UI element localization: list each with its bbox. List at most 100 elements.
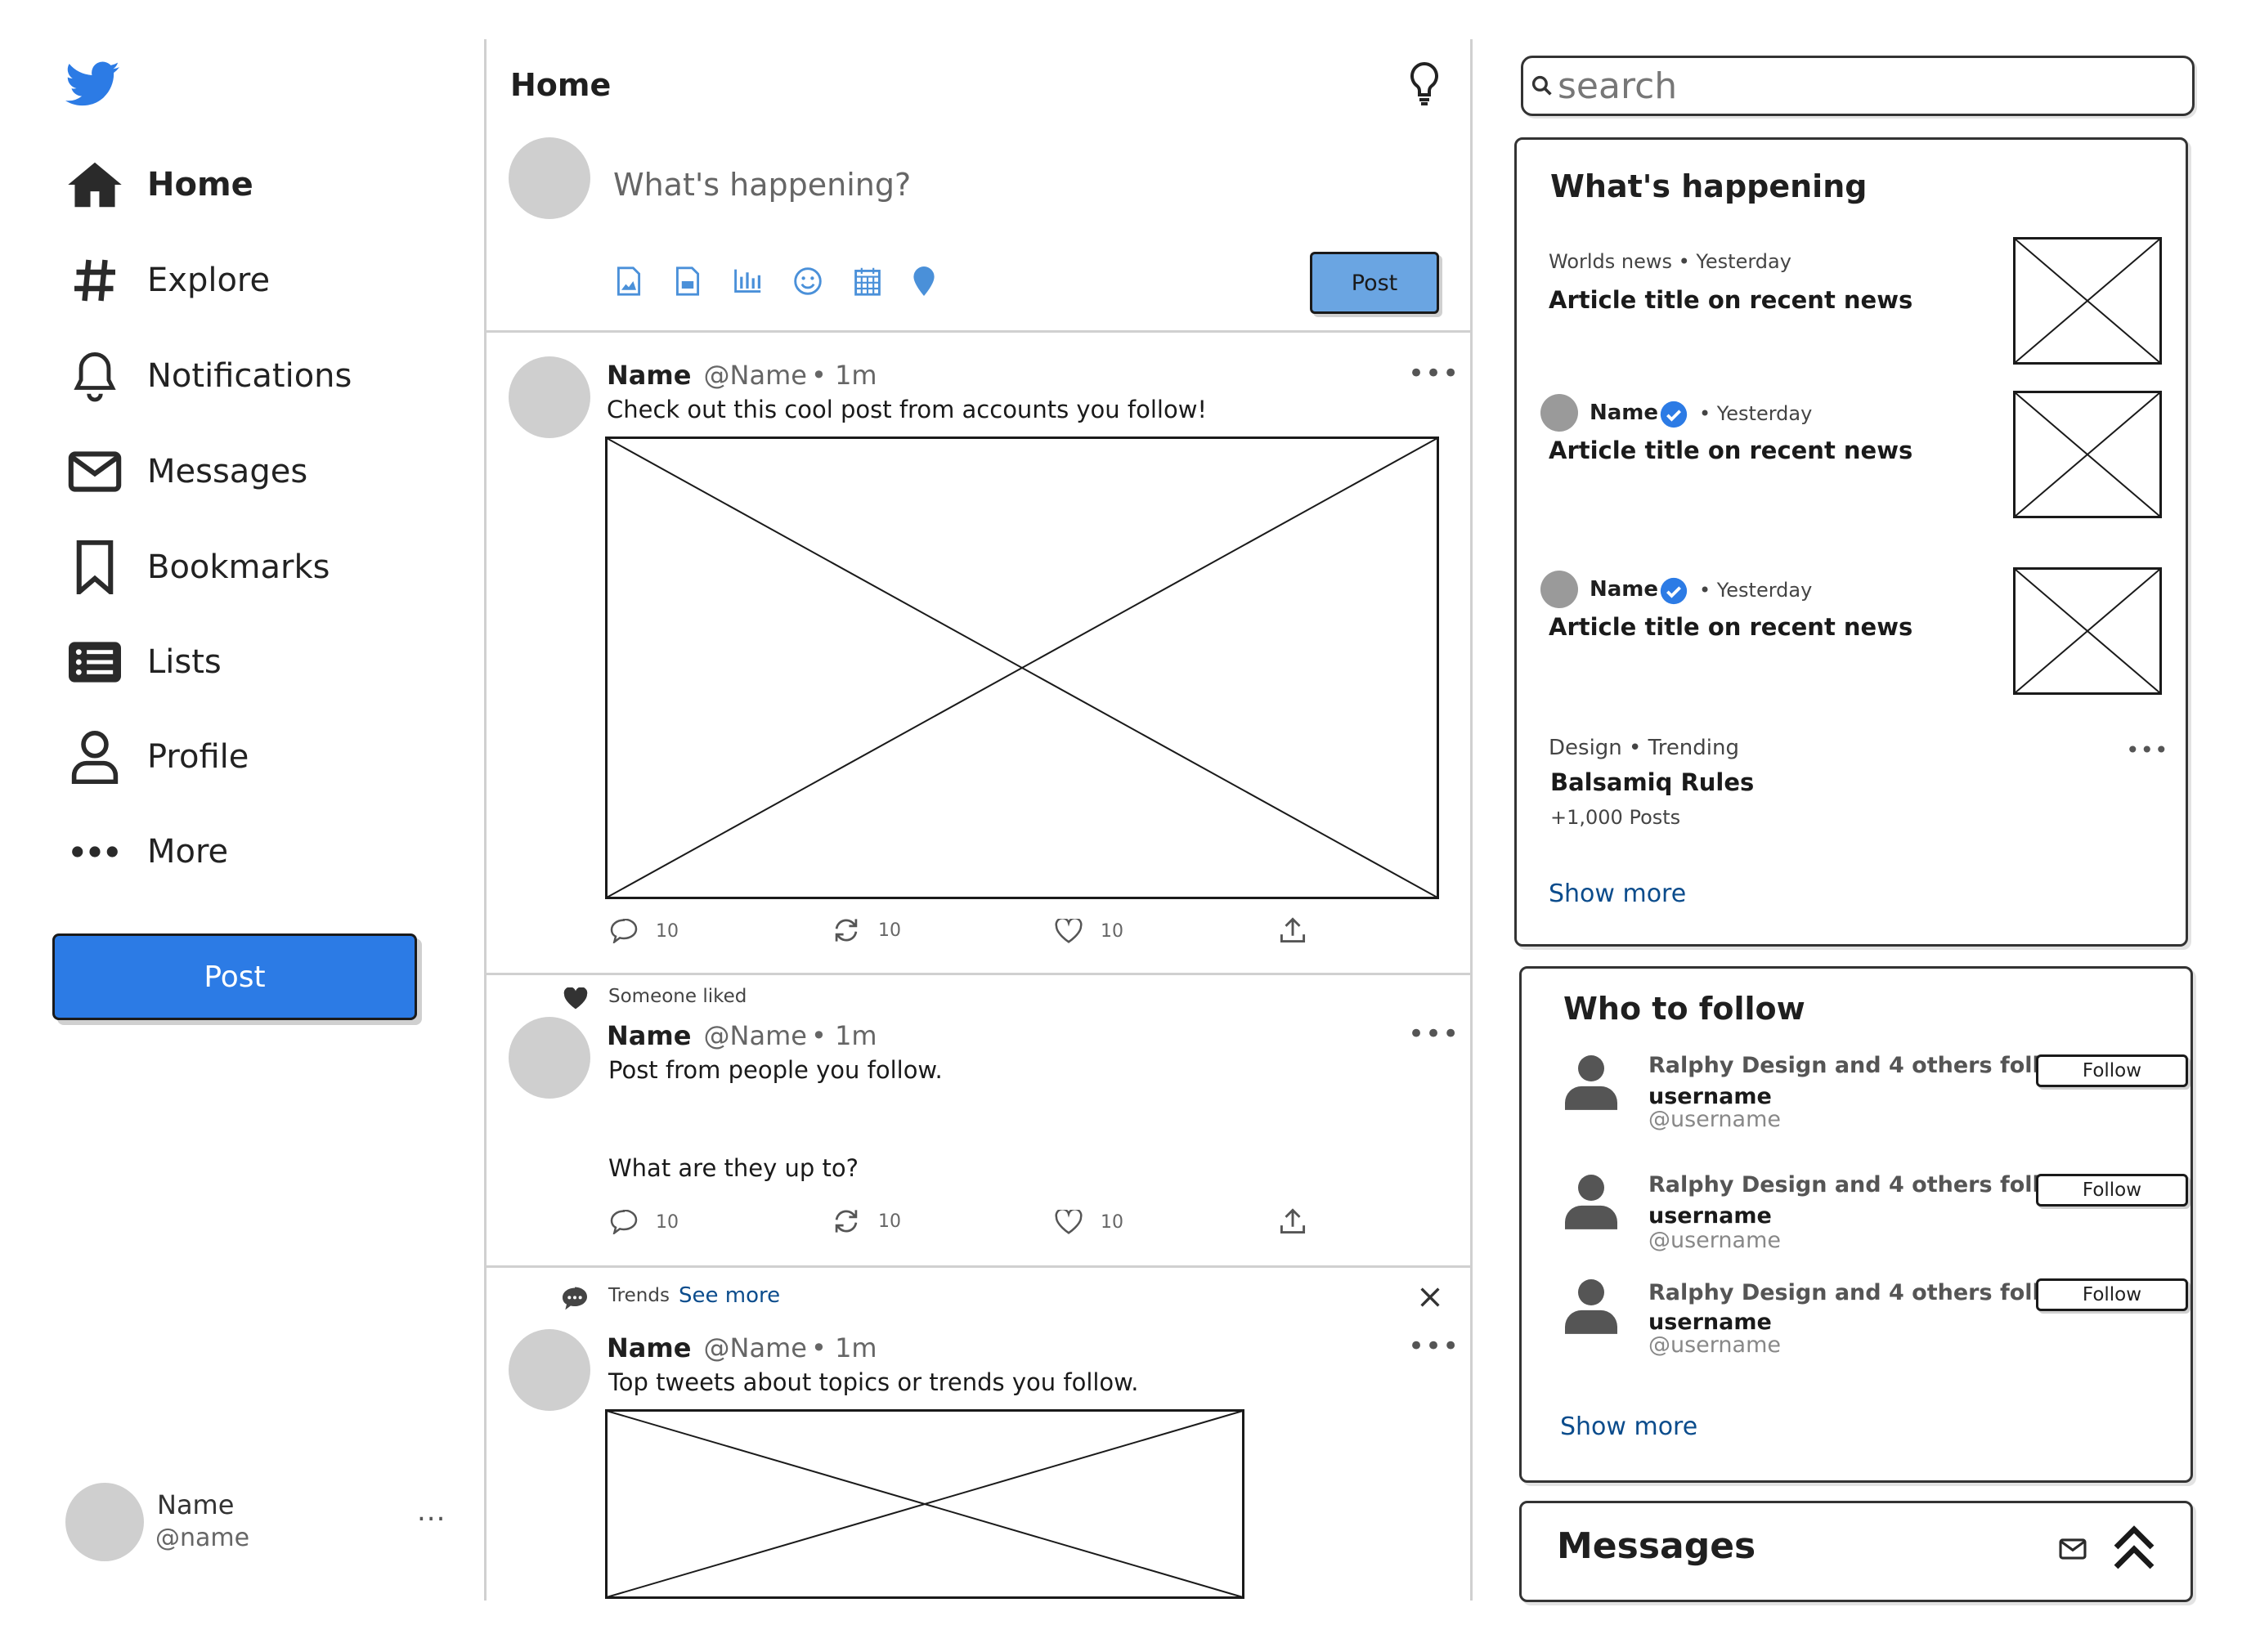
account-avatar[interactable] [65, 1483, 144, 1561]
compose-post-button[interactable]: Post [1310, 252, 1439, 314]
who-to-follow-title: Who to follow [1563, 991, 1805, 1027]
sidebar-item-home[interactable]: Home [65, 152, 253, 217]
reply-action[interactable]: 10 [610, 1210, 679, 1234]
heart-icon [563, 987, 589, 1010]
lightbulb-icon[interactable] [1408, 60, 1441, 106]
follow-handle[interactable]: @username [1648, 1332, 1781, 1358]
news-thumbnail[interactable] [2013, 237, 2162, 365]
sidebar-item-messages[interactable]: Messages [65, 439, 307, 504]
account-handle: @name [155, 1524, 250, 1552]
account-more-icon[interactable]: ... [417, 1498, 446, 1525]
reply-action[interactable]: 10 [610, 919, 679, 943]
like-action[interactable]: 10 [1055, 1210, 1123, 1234]
comment-icon [610, 919, 638, 943]
post-more-icon[interactable]: ••• [1408, 1332, 1460, 1360]
repost-action[interactable]: 10 [832, 917, 901, 943]
whats-happening-show-more[interactable]: Show more [1549, 880, 1686, 908]
follow-handle[interactable]: @username [1648, 1228, 1781, 1253]
new-message-icon[interactable] [2059, 1538, 2087, 1560]
account-name: Name [157, 1489, 235, 1520]
post-author-handle[interactable]: @Name [704, 1020, 807, 1051]
gif-icon[interactable] [674, 266, 702, 296]
bookmark-icon [65, 538, 124, 597]
twitter-logo-icon[interactable] [65, 60, 119, 108]
trend-meta: Design • Trending [1549, 736, 1739, 760]
follow-username[interactable]: username [1648, 1203, 1772, 1229]
post-divider [486, 973, 1470, 975]
right-divider [1470, 39, 1473, 1601]
sidebar-item-label: Profile [147, 738, 249, 776]
compose-divider [486, 330, 1470, 333]
post-author-handle[interactable]: @Name [704, 1332, 807, 1363]
post-more-icon[interactable]: ••• [1408, 1020, 1460, 1048]
follow-button[interactable]: Follow [2036, 1054, 2188, 1087]
post-author-handle[interactable]: @Name [704, 360, 807, 391]
more-dots-icon [65, 822, 124, 881]
post-context-label: Trends [608, 1285, 670, 1306]
follow-username[interactable]: username [1648, 1084, 1772, 1109]
follow-button[interactable]: Follow [2036, 1174, 2188, 1207]
post-avatar[interactable] [509, 1017, 590, 1099]
who-to-follow-panel [1519, 966, 2193, 1483]
location-pin-icon[interactable] [913, 266, 935, 296]
calendar-icon[interactable] [854, 266, 881, 296]
news-title[interactable]: Article title on recent news [1549, 613, 1912, 641]
compose-input[interactable]: What's happening? [613, 167, 911, 203]
user-icon [65, 728, 124, 786]
search-box[interactable]: search [1521, 56, 2195, 116]
news-meta: Worlds news • Yesterday [1549, 250, 1791, 273]
trend-title[interactable]: Balsamiq Rules [1550, 768, 1754, 796]
news-author-name: Name [1590, 577, 1659, 602]
image-icon[interactable] [615, 266, 643, 296]
post-image-placeholder[interactable] [605, 1409, 1244, 1599]
post-text: Check out this cool post from accounts y… [607, 396, 1208, 423]
post-avatar[interactable] [509, 356, 590, 438]
post-more-icon[interactable]: ••• [1408, 360, 1460, 387]
repost-action[interactable]: 10 [832, 1208, 901, 1234]
share-icon[interactable] [1279, 1207, 1307, 1236]
news-thumbnail[interactable] [2013, 567, 2162, 695]
news-avatar [1540, 571, 1578, 608]
who-to-follow-show-more[interactable]: Show more [1560, 1412, 1697, 1441]
post-author-name[interactable]: Name [607, 360, 691, 391]
left-divider [484, 39, 487, 1601]
repost-icon [835, 1210, 858, 1233]
bell-icon [65, 347, 124, 405]
expand-chevron-icon[interactable] [2113, 1524, 2155, 1571]
post-image-placeholder[interactable] [605, 437, 1439, 899]
follow-button[interactable]: Follow [2036, 1278, 2188, 1311]
sidebar-item-more[interactable]: More [65, 819, 228, 884]
post-author-name[interactable]: Name [607, 1332, 691, 1363]
post-text: Post from people you follow. [608, 1056, 943, 1084]
search-input[interactable]: search [1558, 65, 1677, 107]
repost-icon [835, 919, 858, 942]
share-icon[interactable] [1279, 916, 1307, 945]
poll-icon[interactable] [733, 267, 762, 295]
follow-username[interactable]: username [1648, 1310, 1772, 1335]
emoji-icon[interactable] [793, 266, 823, 296]
sidebar-item-bookmarks[interactable]: Bookmarks [65, 535, 330, 600]
news-title[interactable]: Article title on recent news [1549, 286, 1912, 314]
comment-icon [610, 1210, 638, 1234]
heart-icon [1055, 919, 1083, 943]
post-button[interactable]: Post [52, 933, 417, 1020]
verified-icon [1660, 577, 1688, 605]
post-avatar[interactable] [509, 1329, 590, 1411]
sidebar-item-explore[interactable]: Explore [65, 248, 270, 313]
sidebar-item-label: Home [147, 166, 253, 204]
page-title: Home [510, 67, 612, 103]
news-title[interactable]: Article title on recent news [1549, 437, 1912, 464]
sidebar-item-profile[interactable]: Profile [65, 724, 249, 790]
news-thumbnail[interactable] [2013, 391, 2162, 518]
follow-handle[interactable]: @username [1648, 1107, 1781, 1132]
sidebar-item-notifications[interactable]: Notifications [65, 343, 352, 409]
trend-post-count: +1,000 Posts [1550, 806, 1681, 829]
see-more-link[interactable]: See more [679, 1283, 780, 1308]
trend-more-icon[interactable]: ••• [2126, 739, 2169, 762]
post-author-name[interactable]: Name [607, 1020, 691, 1051]
close-icon[interactable] [1419, 1287, 1441, 1308]
messages-title: Messages [1557, 1525, 1756, 1567]
user-icon [1565, 1053, 1617, 1110]
sidebar-item-lists[interactable]: Lists [65, 629, 222, 695]
like-action[interactable]: 10 [1055, 919, 1123, 943]
